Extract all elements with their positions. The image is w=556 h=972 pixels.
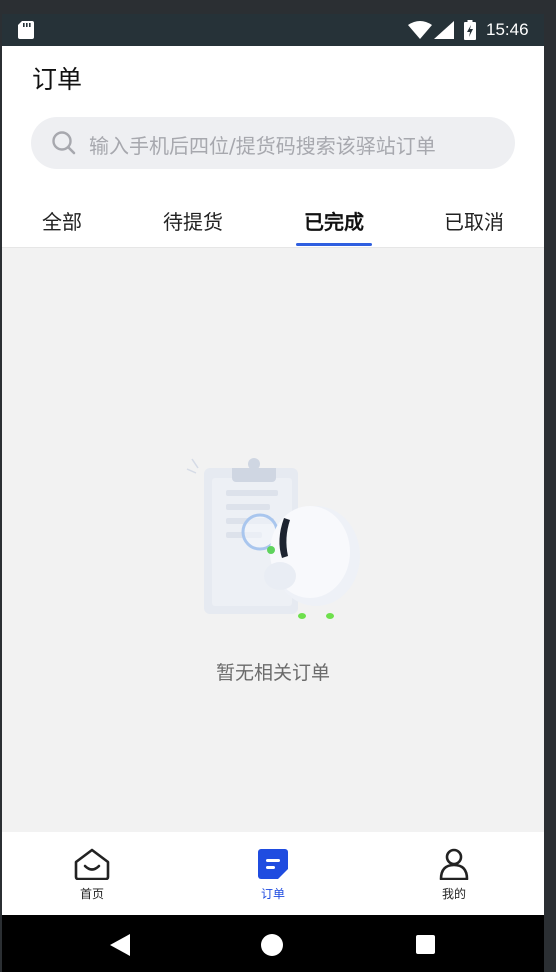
nav-label-home: 首页 bbox=[79, 887, 104, 901]
clock: 15:46 bbox=[486, 20, 529, 39]
search-input[interactable]: 输入手机后四位/提货码搜索该驿站订单 bbox=[31, 117, 515, 169]
page-title: 订单 bbox=[32, 65, 83, 94]
empty-state-message: 暂无相关订单 bbox=[215, 662, 330, 684]
system-navigation-bar bbox=[2, 915, 544, 972]
bottom-navigation: 首页 订单 我的 bbox=[2, 832, 544, 915]
page-header: 订单 输入手机后四位/提货码搜索该驿站订单 全部 待提货 已完成 已取消 bbox=[2, 46, 544, 248]
tab-pending-pickup[interactable]: 待提货 bbox=[153, 206, 233, 235]
nav-item-home[interactable]: 首页 bbox=[52, 848, 132, 902]
tab-completed[interactable]: 已完成 bbox=[294, 206, 374, 235]
nav-label-orders: 订单 bbox=[260, 887, 285, 901]
orders-icon bbox=[258, 849, 288, 879]
nav-label-profile: 我的 bbox=[441, 887, 466, 901]
sd-card-icon bbox=[18, 21, 34, 39]
nav-item-orders[interactable]: 订单 bbox=[233, 848, 313, 902]
tab-cancelled[interactable]: 已取消 bbox=[434, 206, 514, 235]
signal-icon bbox=[434, 21, 454, 39]
home-button-icon[interactable] bbox=[261, 934, 283, 956]
nav-item-profile[interactable]: 我的 bbox=[414, 848, 494, 902]
empty-state: 暂无相关订单 bbox=[2, 248, 544, 832]
home-icon bbox=[74, 848, 110, 881]
recent-apps-icon[interactable] bbox=[416, 935, 435, 954]
order-tabs: 全部 待提货 已完成 已取消 bbox=[2, 196, 544, 248]
active-tab-indicator bbox=[296, 243, 372, 246]
search-placeholder: 输入手机后四位/提货码搜索该驿站订单 bbox=[89, 134, 436, 158]
empty-orders-illustration bbox=[186, 458, 360, 619]
tab-all[interactable]: 全部 bbox=[22, 206, 102, 235]
status-bar: 15:46 bbox=[2, 14, 544, 46]
battery-charging-icon bbox=[464, 20, 476, 40]
back-icon[interactable] bbox=[110, 934, 130, 956]
wifi-icon bbox=[408, 21, 432, 39]
phone-screen: 15:46 订单 输入手机后四位/提货码搜索该驿站订单 全部 待提货 已完成 已… bbox=[2, 14, 544, 972]
search-icon bbox=[52, 131, 76, 155]
profile-icon bbox=[439, 848, 469, 881]
